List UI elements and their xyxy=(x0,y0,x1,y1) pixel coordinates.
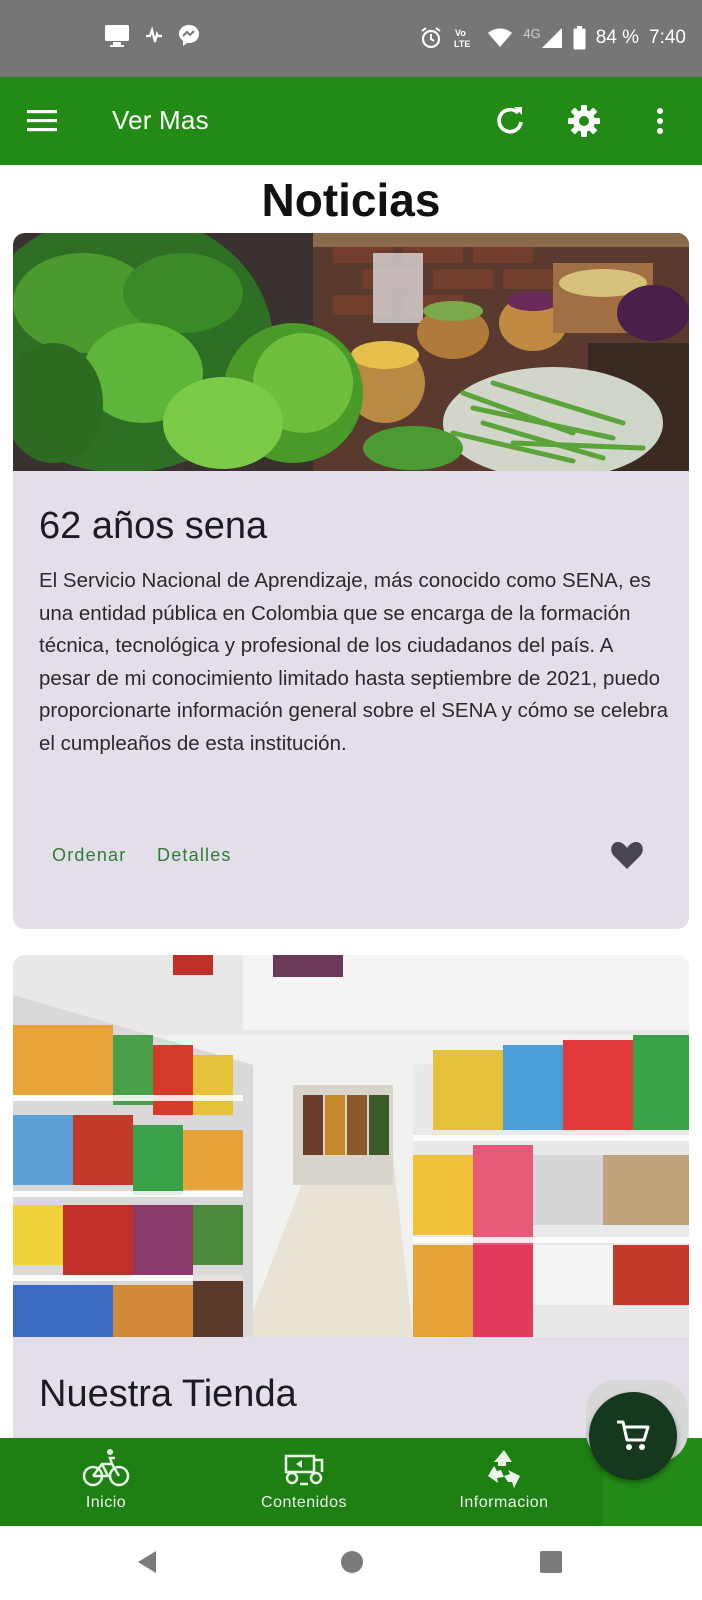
system-status: Vo LTE 4G 84 % 7:40 xyxy=(419,26,686,50)
battery-percent: 84 % xyxy=(595,27,640,48)
card-title: 62 años sena xyxy=(39,505,268,547)
card-title: Nuestra Tienda xyxy=(39,1373,297,1415)
home-icon[interactable] xyxy=(338,1548,366,1576)
nav-item-inicio[interactable]: Inicio xyxy=(6,1438,206,1526)
content-scroll[interactable]: Noticias 62 años sena El Servicio Nacion… xyxy=(0,165,702,1438)
page-title: Noticias xyxy=(261,174,441,226)
heart-icon[interactable] xyxy=(609,837,645,873)
signal-pulse-icon xyxy=(146,26,162,43)
news-card[interactable]: 62 años sena El Servicio Nacional de Apr… xyxy=(13,233,689,929)
recycle-icon xyxy=(488,1450,520,1488)
card-image xyxy=(13,955,689,1337)
order-button[interactable]: Ordenar xyxy=(52,845,126,866)
back-icon[interactable] xyxy=(134,1548,162,1576)
details-button[interactable]: Detalles xyxy=(157,845,232,866)
refresh-icon[interactable] xyxy=(492,103,528,139)
menu-icon[interactable] xyxy=(26,106,58,136)
more-vert-icon[interactable] xyxy=(642,103,678,139)
cart-fab[interactable] xyxy=(589,1392,677,1480)
card-body-text: El Servicio Nacional de Aprendizaje, más… xyxy=(39,569,668,755)
volte-icon: VoLTE xyxy=(454,28,470,49)
cell-signal-icon xyxy=(541,28,562,48)
bicycle-icon xyxy=(82,1449,130,1487)
scooter-icon xyxy=(284,1454,324,1486)
alarm-icon xyxy=(421,27,441,49)
supermarket-aisle-photo xyxy=(13,955,689,1337)
cart-icon xyxy=(617,1420,650,1450)
notification-icons xyxy=(104,24,200,48)
status-bar: Vo LTE 4G 84 % 7:40 xyxy=(0,0,702,77)
app-bar: Ver Mas xyxy=(0,77,702,165)
system-navigation-bar xyxy=(0,1526,702,1600)
recents-icon[interactable] xyxy=(537,1548,565,1576)
news-card[interactable]: Nuestra Tienda xyxy=(13,955,689,1438)
card-image xyxy=(13,233,689,471)
svg-text:LTE: LTE xyxy=(454,39,470,49)
battery-icon xyxy=(573,26,586,50)
nav-label: Inicio xyxy=(85,1494,127,1511)
nav-item-contenidos[interactable]: Contenidos xyxy=(204,1438,404,1526)
svg-text:Vo: Vo xyxy=(455,28,466,38)
messenger-icon xyxy=(179,25,199,46)
nav-label: Contenidos xyxy=(261,1494,347,1511)
screen: Vo LTE 4G 84 % 7:40 Ver Mas Noticias 62 … xyxy=(0,0,702,1600)
vegetable-market-photo xyxy=(13,233,689,471)
wifi-icon xyxy=(488,28,513,47)
network-type: 4G xyxy=(523,25,541,41)
nav-item-informacion[interactable]: Informacion xyxy=(404,1438,604,1526)
clock: 7:40 xyxy=(649,27,686,48)
gear-icon[interactable] xyxy=(566,103,602,139)
nav-label: Informacion xyxy=(459,1494,549,1511)
app-title: Ver Mas xyxy=(112,105,209,135)
cast-icon xyxy=(105,25,129,47)
